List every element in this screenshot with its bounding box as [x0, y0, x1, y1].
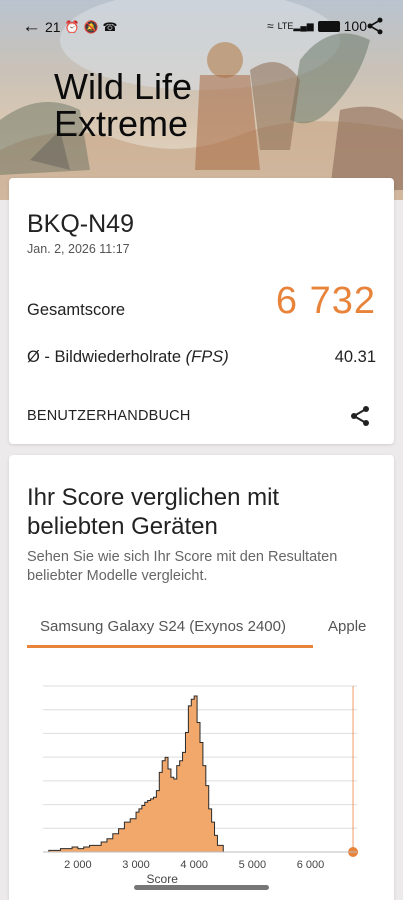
- total-score-label: Gesamtscore: [27, 301, 126, 319]
- clock-time: 21: [45, 19, 61, 35]
- fps-label-unit: (FPS): [185, 348, 229, 366]
- device-name: BKQ-N49: [27, 210, 134, 238]
- title-line-2: Extreme: [54, 103, 189, 144]
- whatsapp-icon: ☎: [102, 20, 118, 34]
- wifi-icon: ≈: [266, 19, 274, 33]
- x-tick-label: 3 000: [122, 859, 150, 871]
- x-tick-label: 4 000: [180, 859, 208, 871]
- mute-notification-icon: 🔕: [83, 20, 99, 34]
- user-manual-link[interactable]: BENUTZERHANDBUCH: [27, 408, 191, 424]
- status-bar: ← 21 ⏰ 🔕 ☎ ≈ LTE▂▄▆ 100: [0, 0, 403, 48]
- lte-signal-icon: LTE▂▄▆: [277, 20, 314, 31]
- share-result-icon[interactable]: [348, 404, 372, 428]
- share-icon[interactable]: [365, 16, 385, 36]
- total-score-value: 6 732: [275, 280, 376, 322]
- alarm-icon: ⏰: [64, 20, 80, 34]
- x-tick-label: 5 000: [239, 859, 267, 871]
- hero-banner: ← 21 ⏰ 🔕 ☎ ≈ LTE▂▄▆ 100 Wild Life Extrem…: [0, 0, 403, 200]
- score-card: BKQ-N49 Jan. 2, 2026 11:17 Gesamtscore 6…: [9, 178, 394, 444]
- home-indicator[interactable]: [134, 885, 269, 890]
- comparison-card: Ihr Score verglichen mit beliebten Gerät…: [9, 455, 394, 900]
- active-tab-indicator: [27, 645, 313, 648]
- fps-label: Ø - Bildwiederholrate (FPS): [27, 348, 229, 367]
- tab-apple[interactable]: Apple: [328, 618, 366, 635]
- battery-percent: 100: [343, 18, 367, 34]
- fps-value: 40.31: [334, 348, 376, 366]
- title-line-1: Wild Life: [54, 66, 193, 107]
- x-axis-label: Score: [147, 872, 179, 886]
- back-arrow-icon[interactable]: ←: [22, 16, 41, 38]
- result-date: Jan. 2, 2026 11:17: [27, 242, 130, 256]
- fps-label-text: Ø - Bildwiederholrate: [27, 348, 186, 366]
- tab-samsung-galaxy-s24[interactable]: Samsung Galaxy S24 (Exynos 2400): [40, 618, 286, 635]
- score-distribution-chart: 2 000 3 000 4 000 5 000 6 000 Score: [43, 685, 359, 886]
- battery-icon: [317, 20, 340, 32]
- x-tick-label: 2 000: [64, 859, 92, 871]
- comparison-subtitle: Sehen Sie wie sich Ihr Score mit den Res…: [27, 549, 338, 584]
- benchmark-title: Wild Life Extreme: [54, 68, 192, 142]
- x-tick-label: 6 000: [297, 859, 325, 871]
- comparison-title: Ihr Score verglichen mit beliebten Gerät…: [27, 484, 280, 540]
